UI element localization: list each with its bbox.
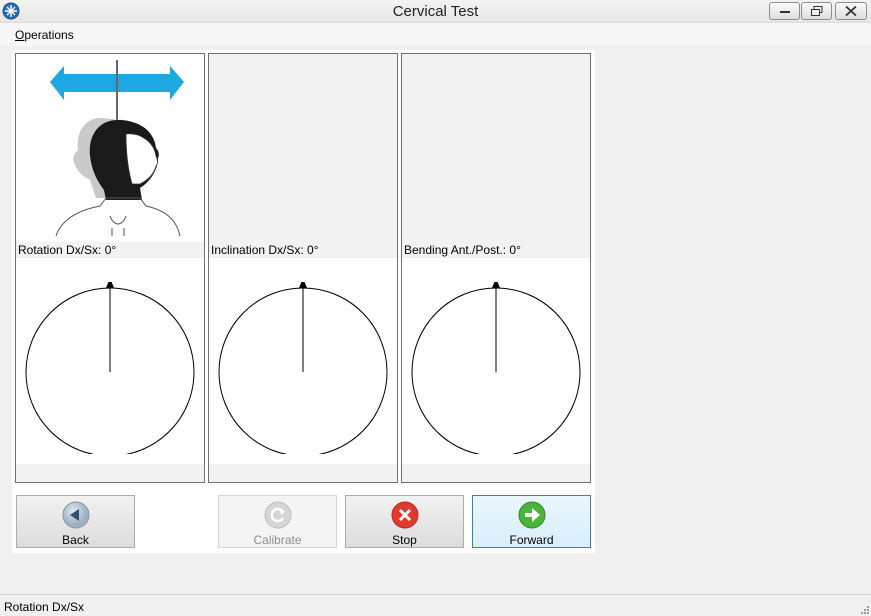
rotation-pointer-icon [106,282,114,288]
bending-dial [411,282,581,454]
head-rotation-illustration [50,60,184,237]
inclination-panel: Inclination Dx/Sx: 0° [208,53,398,483]
rotation-panel: Rotation Dx/Sx: 0° [15,53,205,483]
close-button[interactable] [835,2,867,20]
rotation-illustration-area [16,54,204,258]
stop-button[interactable]: Stop [345,495,464,548]
back-arrow-icon [62,501,89,529]
forward-label: Forward [509,533,554,547]
minimize-button[interactable] [769,2,800,20]
status-bar: Rotation Dx/Sx [0,594,871,616]
restore-button[interactable] [801,2,832,20]
resize-grip-icon[interactable] [859,604,869,614]
menu-bar: Operations [0,23,871,46]
inclination-dial [218,282,388,454]
window-title: Cervical Test [392,3,479,20]
status-text: Rotation Dx/Sx [4,600,85,614]
calibrate-label: Calibrate [253,533,302,547]
bending-panel: Bending Ant./Post.: 0° [401,53,591,483]
rotation-label: Rotation Dx/Sx: 0° [16,242,204,258]
stop-label: Stop [392,533,417,547]
inclination-pointer-icon [299,282,307,288]
test-area: Rotation Dx/Sx: 0° Inclination Dx/Sx: 0°… [12,50,595,553]
title-bar: Cervical Test [0,0,871,23]
minimize-icon [779,11,790,13]
stop-x-icon [391,501,418,529]
bending-pointer-icon [492,282,500,288]
restore-icon [810,6,822,16]
back-button[interactable]: Back [16,495,135,548]
inclination-label: Inclination Dx/Sx: 0° [211,243,319,257]
calibrate-refresh-icon [264,501,291,529]
back-label: Back [62,533,89,547]
calibrate-button[interactable]: Calibrate [218,495,337,548]
menu-operations-label: Operations [15,28,74,42]
forward-arrow-icon [518,501,545,529]
menu-operations[interactable]: Operations [15,28,74,42]
rotation-dial [25,282,195,454]
bending-label: Bending Ant./Post.: 0° [404,243,521,257]
forward-button[interactable]: Forward [472,495,591,548]
close-icon [845,6,857,16]
